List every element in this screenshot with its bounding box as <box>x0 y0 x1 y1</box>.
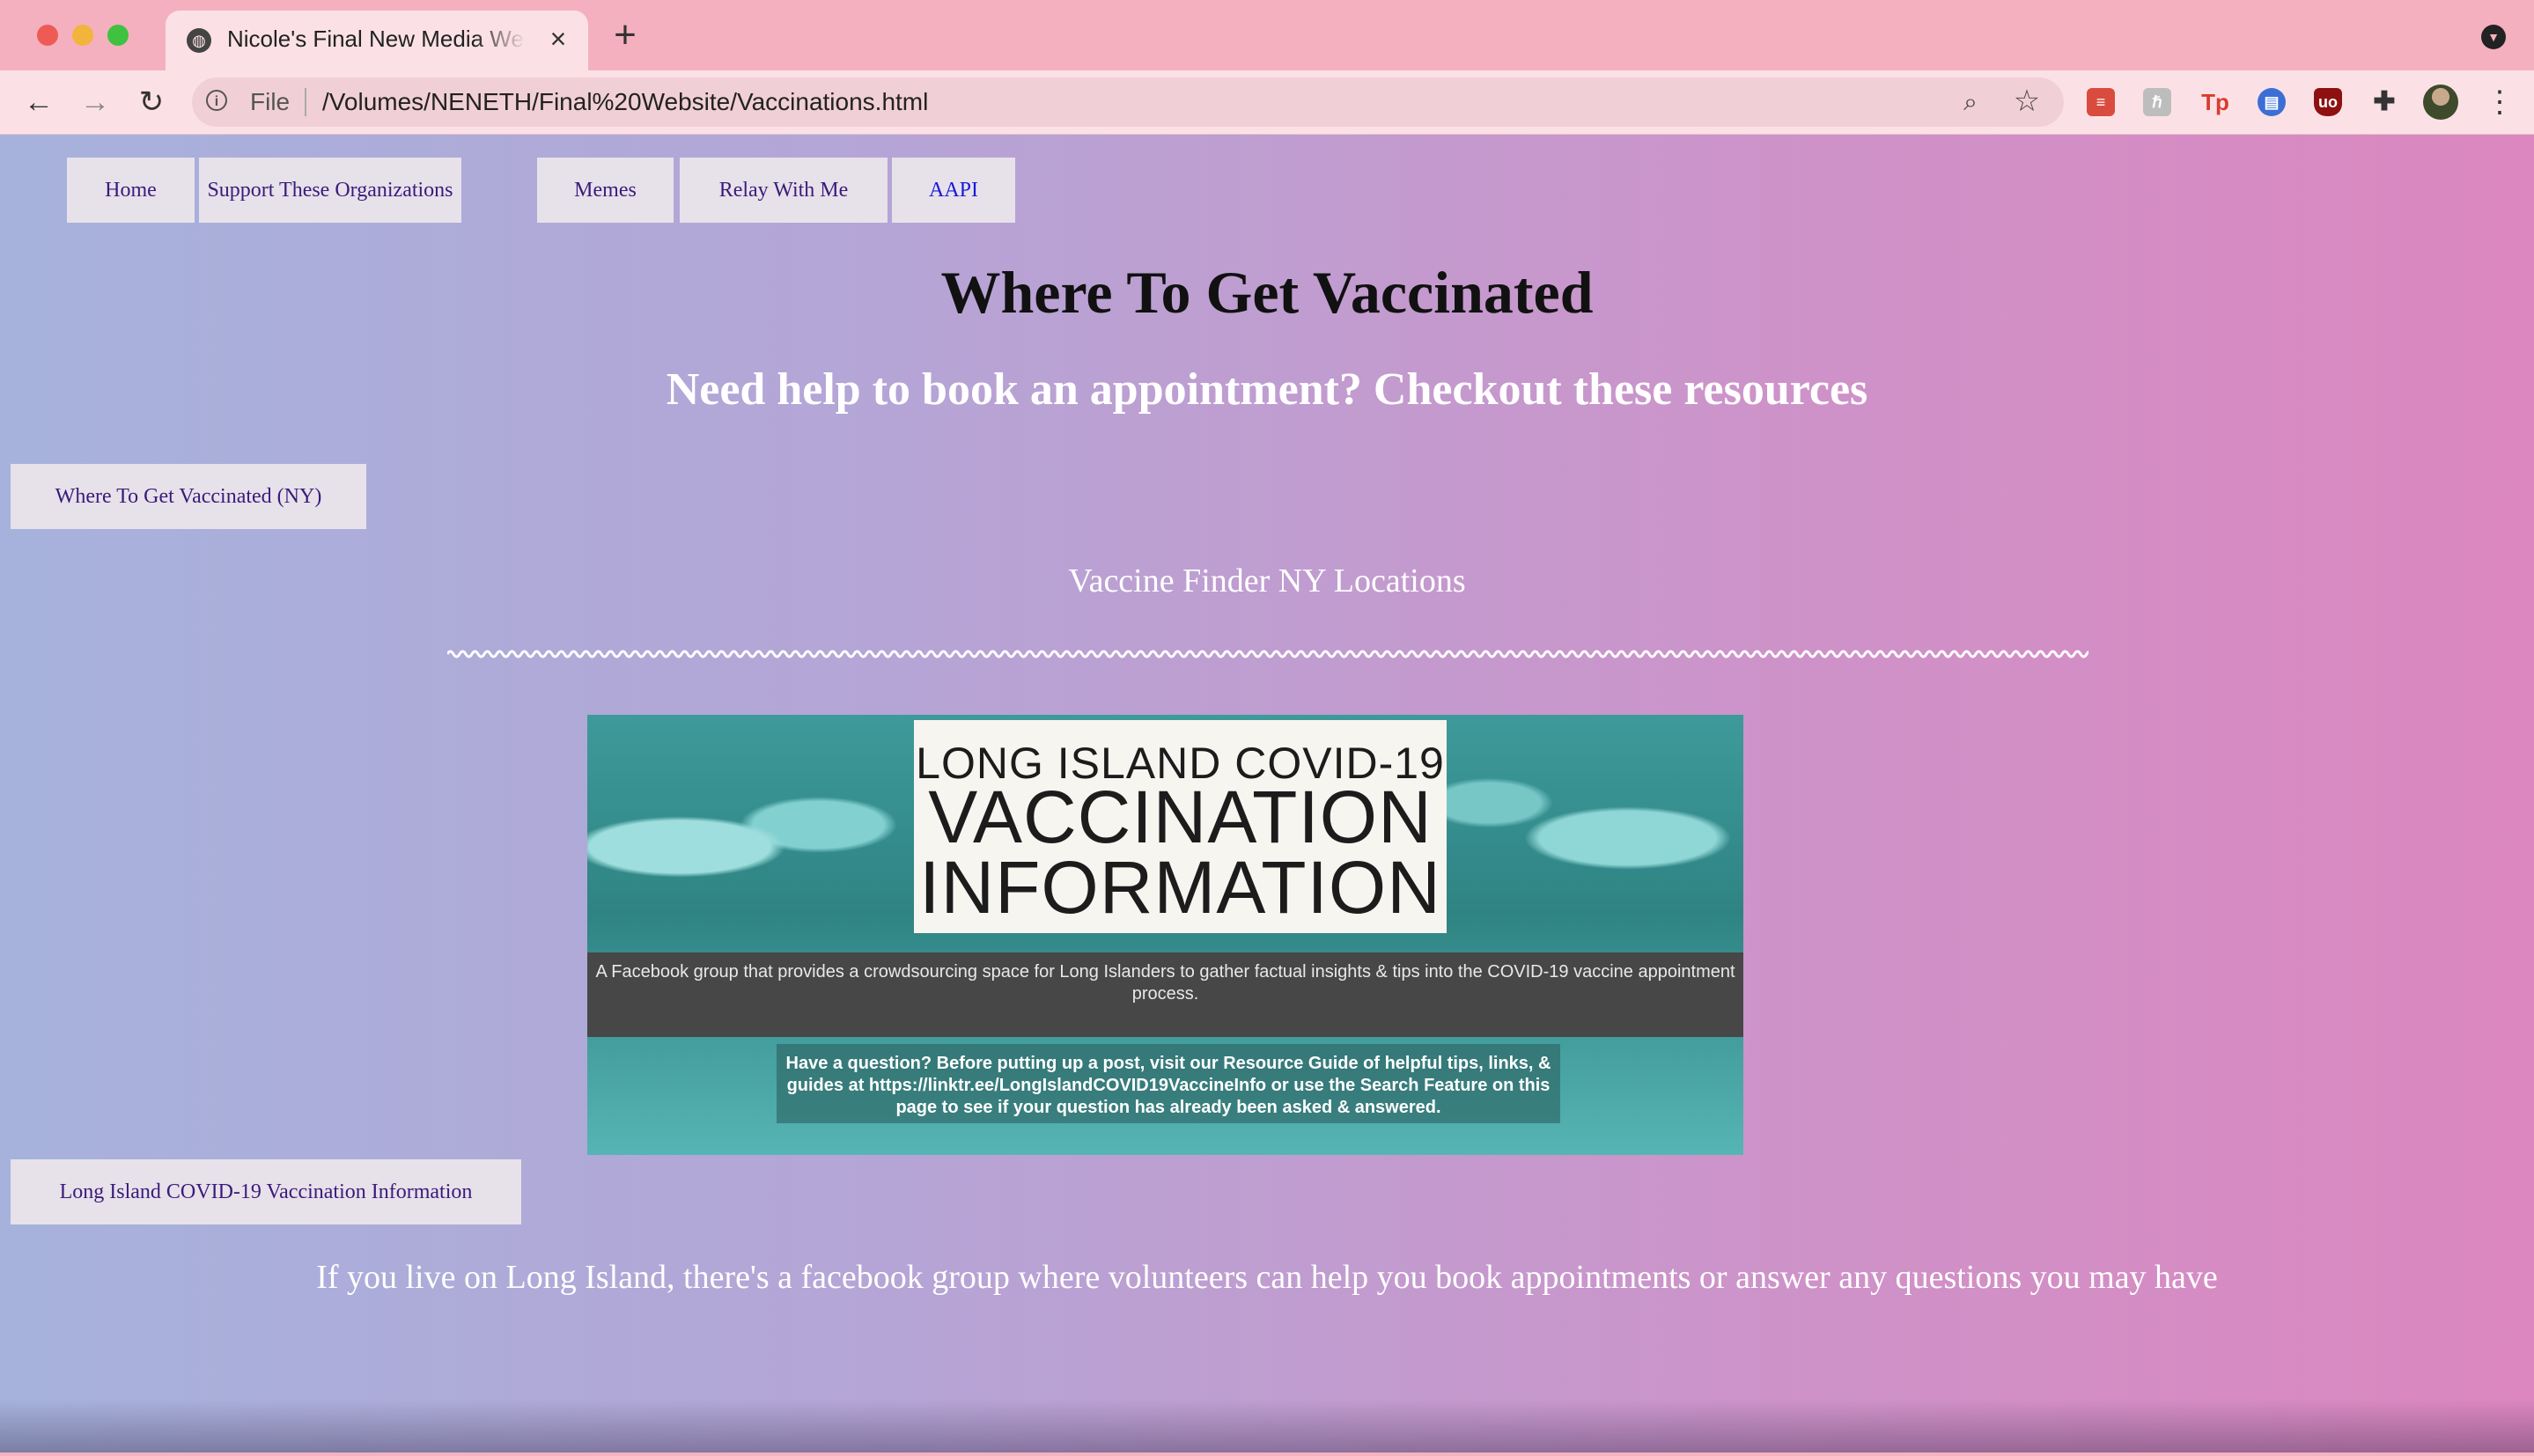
zoom-icon[interactable]: ⌕ <box>1956 88 1985 116</box>
footer-text: If you live on Long Island, there's a fa… <box>316 1259 2218 1296</box>
wavy-divider <box>447 650 2088 658</box>
long-island-vaccination-banner[interactable]: LONG ISLAND COVID-19 VACCINATION INFORMA… <box>587 715 1743 1155</box>
ext-stack-icon[interactable]: ≡ <box>2087 88 2115 116</box>
minimize-window-button[interactable] <box>72 25 93 46</box>
back-arrow-icon[interactable]: ← <box>19 83 58 121</box>
new-tab-icon[interactable]: + <box>608 16 643 55</box>
forward-arrow-icon[interactable]: → <box>76 83 114 121</box>
browser-toolbar: ← → ↻ i File /Volumes/NENETH/Final%20Web… <box>0 70 2534 135</box>
page-subtitle: Need help to book an appointment? Checko… <box>666 364 1868 415</box>
page-viewport: Home Support These Organizations Memes R… <box>0 135 2534 1452</box>
banner-note: Have a question? Before putting up a pos… <box>777 1044 1560 1123</box>
reload-icon[interactable]: ↻ <box>132 83 171 121</box>
banner-line-2: VACCINATION <box>928 776 1433 858</box>
ext-blue-doc-icon[interactable]: ▤ <box>2258 88 2286 116</box>
address-divider <box>305 88 306 116</box>
nav-aapi[interactable]: AAPI <box>892 158 1015 223</box>
ext-tp-icon[interactable]: Tp <box>2201 88 2229 116</box>
info-icon[interactable]: i <box>206 90 227 111</box>
long-island-vaccination-info-button[interactable]: Long Island COVID-19 Vaccination Informa… <box>11 1159 521 1224</box>
nav-memes[interactable]: Memes <box>537 158 674 223</box>
address-bar[interactable]: i File /Volumes/NENETH/Final%20Website/V… <box>192 77 2064 127</box>
tab-title: Nicole's Final New Media Website <box>227 26 527 55</box>
browser-menu-icon[interactable]: ⋮ <box>2485 83 2515 121</box>
nav-support-organizations[interactable]: Support These Organizations <box>199 158 461 223</box>
banner-line-3: INFORMATION <box>919 846 1441 929</box>
banner-description: A Facebook group that provides a crowdso… <box>587 952 1743 1037</box>
extensions-puzzle-icon[interactable]: ✚ <box>2370 88 2398 116</box>
close-window-button[interactable] <box>37 25 58 46</box>
vaccine-finder-link[interactable]: Vaccine Finder NY Locations <box>0 562 2534 600</box>
globe-icon: ◍ <box>187 28 211 53</box>
maximize-window-button[interactable] <box>107 25 129 46</box>
where-to-get-vaccinated-ny-button[interactable]: Where To Get Vaccinated (NY) <box>11 464 366 529</box>
bookmark-star-icon[interactable]: ☆ <box>2013 86 2041 116</box>
nav-relay-with-me[interactable]: Relay With Me <box>680 158 888 223</box>
profile-avatar[interactable] <box>2423 85 2458 120</box>
tab-strip: ◍ Nicole's Final New Media Website × + ▼ <box>0 0 2534 70</box>
browser-window: ◍ Nicole's Final New Media Website × + ▼… <box>0 0 2534 1456</box>
file-scheme-label: File <box>250 88 291 115</box>
ext-puzzle-grey-icon[interactable]: ℏ <box>2143 88 2171 116</box>
browser-tab[interactable]: ◍ Nicole's Final New Media Website × <box>166 11 588 70</box>
page-title: Where To Get Vaccinated <box>940 259 1594 326</box>
ext-ublock-icon[interactable]: uo <box>2314 88 2342 116</box>
banner-title-box: LONG ISLAND COVID-19 VACCINATION INFORMA… <box>914 720 1447 933</box>
url-text[interactable]: /Volumes/NENETH/Final%20Website/Vaccinat… <box>322 88 928 116</box>
tab-search-icon[interactable]: ▼ <box>2481 25 2506 49</box>
nav-home[interactable]: Home <box>67 158 195 223</box>
close-tab-icon[interactable]: × <box>542 23 574 55</box>
